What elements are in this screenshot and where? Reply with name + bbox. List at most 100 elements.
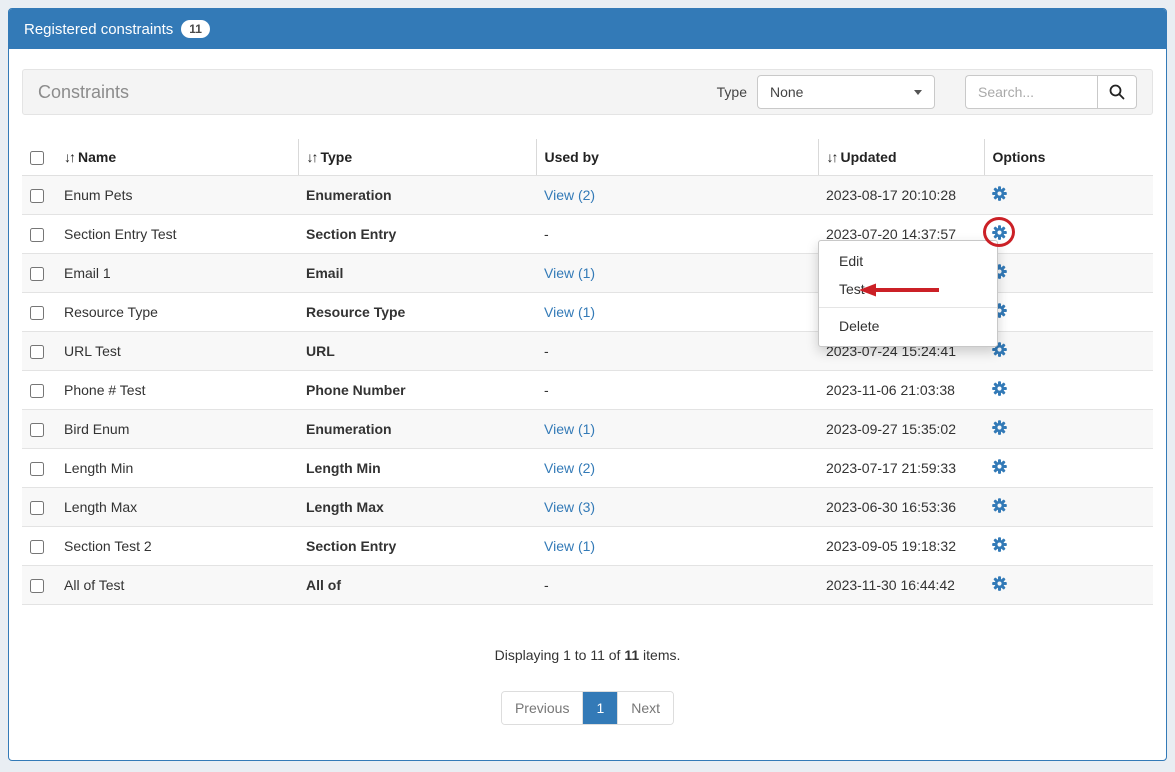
row-checkbox[interactable]: [30, 540, 44, 554]
used-by-link[interactable]: View (1): [544, 304, 595, 320]
table-row: Phone # Test Phone Number - 2023-11-06 2…: [22, 371, 1153, 410]
constraint-name: Length Max: [56, 488, 298, 527]
updated-timestamp: 2023-08-17 20:10:28: [818, 176, 984, 215]
table-row: Length Min Length Min View (2) 2023-07-1…: [22, 449, 1153, 488]
gear-icon[interactable]: [992, 537, 1007, 552]
gear-icon[interactable]: [992, 459, 1007, 474]
search-group: [965, 75, 1137, 109]
gear-icon[interactable]: [992, 225, 1007, 240]
constraint-name: Length Min: [56, 449, 298, 488]
constraint-type: Section Entry: [298, 215, 536, 254]
search-input[interactable]: [965, 75, 1097, 109]
sort-icon: ↓↑: [827, 149, 837, 165]
used-by-value: -: [544, 343, 549, 359]
row-checkbox[interactable]: [30, 384, 44, 398]
caret-down-icon: [914, 90, 922, 95]
constraints-table: ↓↑Name ↓↑Type Used by ↓↑Updated Options …: [22, 139, 1153, 605]
select-all-checkbox[interactable]: [30, 151, 44, 165]
table-row: All of Test All of - 2023-11-30 16:44:42: [22, 566, 1153, 605]
magnifier-icon: [1108, 83, 1126, 101]
menu-item-delete[interactable]: Delete: [819, 312, 997, 340]
constraint-name: All of Test: [56, 566, 298, 605]
constraint-name: Phone # Test: [56, 371, 298, 410]
table-row: Enum Pets Enumeration View (2) 2023-08-1…: [22, 176, 1153, 215]
row-checkbox[interactable]: [30, 306, 44, 320]
menu-divider: [819, 307, 997, 308]
options-dropdown-menu: Edit Test Delete: [818, 240, 998, 347]
used-by-value: -: [544, 382, 549, 398]
constraint-type: URL: [298, 332, 536, 371]
table-row: Length Max Length Max View (3) 2023-06-3…: [22, 488, 1153, 527]
constraint-type: Resource Type: [298, 293, 536, 332]
row-checkbox[interactable]: [30, 579, 44, 593]
column-header-type[interactable]: ↓↑Type: [298, 139, 536, 176]
updated-timestamp: 2023-09-05 19:18:32: [818, 527, 984, 566]
panel-title: Registered constraints: [24, 21, 173, 38]
gear-icon[interactable]: [992, 576, 1007, 591]
type-label: Type: [717, 84, 747, 100]
table-row: Section Test 2 Section Entry View (1) 20…: [22, 527, 1153, 566]
menu-item-test[interactable]: Test: [819, 275, 997, 303]
constraint-type: Section Entry: [298, 527, 536, 566]
row-checkbox[interactable]: [30, 345, 44, 359]
pagination: Previous 1 Next: [501, 691, 674, 725]
column-header-name[interactable]: ↓↑Name: [56, 139, 298, 176]
constraint-type: Enumeration: [298, 176, 536, 215]
gear-icon[interactable]: [992, 420, 1007, 435]
column-header-options: Options: [984, 139, 1153, 176]
column-header-updated[interactable]: ↓↑Updated: [818, 139, 984, 176]
constraint-name: Section Test 2: [56, 527, 298, 566]
used-by-link[interactable]: View (2): [544, 187, 595, 203]
section-title: Constraints: [38, 82, 129, 103]
constraint-type: Email: [298, 254, 536, 293]
panel-body: Constraints Type None: [9, 49, 1166, 725]
count-badge: 11: [181, 20, 210, 38]
used-by-link[interactable]: View (2): [544, 460, 595, 476]
constraint-name: URL Test: [56, 332, 298, 371]
menu-item-edit[interactable]: Edit: [819, 247, 997, 275]
table-row: Bird Enum Enumeration View (1) 2023-09-2…: [22, 410, 1153, 449]
constraint-type: All of: [298, 566, 536, 605]
constraint-name: Enum Pets: [56, 176, 298, 215]
type-select-value: None: [770, 84, 803, 100]
sort-icon: ↓↑: [307, 149, 317, 165]
column-header-used-by: Used by: [536, 139, 818, 176]
updated-timestamp: 2023-06-30 16:53:36: [818, 488, 984, 527]
row-checkbox[interactable]: [30, 423, 44, 437]
row-checkbox[interactable]: [30, 462, 44, 476]
constraint-type: Phone Number: [298, 371, 536, 410]
panel-header: Registered constraints 11: [9, 9, 1166, 49]
row-checkbox[interactable]: [30, 501, 44, 515]
used-by-link[interactable]: View (1): [544, 265, 595, 281]
toolbar: Constraints Type None: [22, 69, 1153, 115]
constraints-panel: Registered constraints 11 Constraints Ty…: [8, 8, 1167, 761]
used-by-link[interactable]: View (3): [544, 499, 595, 515]
previous-page-button[interactable]: Previous: [502, 692, 583, 724]
page: { "colors": { "accent": "#337ab7", "anno…: [0, 0, 1175, 772]
constraint-type: Length Max: [298, 488, 536, 527]
search-button[interactable]: [1097, 75, 1137, 109]
row-checkbox[interactable]: [30, 189, 44, 203]
type-select[interactable]: None: [757, 75, 935, 109]
gear-icon[interactable]: [992, 381, 1007, 396]
updated-timestamp: 2023-07-17 21:59:33: [818, 449, 984, 488]
next-page-button[interactable]: Next: [617, 692, 673, 724]
updated-timestamp: 2023-11-06 21:03:38: [818, 371, 984, 410]
current-page-button[interactable]: 1: [583, 692, 617, 724]
constraint-type: Length Min: [298, 449, 536, 488]
constraint-name: Bird Enum: [56, 410, 298, 449]
row-checkbox[interactable]: [30, 228, 44, 242]
table-header-row: ↓↑Name ↓↑Type Used by ↓↑Updated Options: [22, 139, 1153, 176]
constraint-name: Resource Type: [56, 293, 298, 332]
constraint-name: Email 1: [56, 254, 298, 293]
results-summary: Displaying 1 to 11 of 11 items.: [22, 647, 1153, 663]
used-by-value: -: [544, 226, 549, 242]
used-by-link[interactable]: View (1): [544, 421, 595, 437]
gear-icon[interactable]: [992, 186, 1007, 201]
gear-icon[interactable]: [992, 498, 1007, 513]
updated-timestamp: 2023-09-27 15:35:02: [818, 410, 984, 449]
used-by-link[interactable]: View (1): [544, 538, 595, 554]
row-checkbox[interactable]: [30, 267, 44, 281]
sort-icon: ↓↑: [64, 149, 74, 165]
updated-timestamp: 2023-11-30 16:44:42: [818, 566, 984, 605]
